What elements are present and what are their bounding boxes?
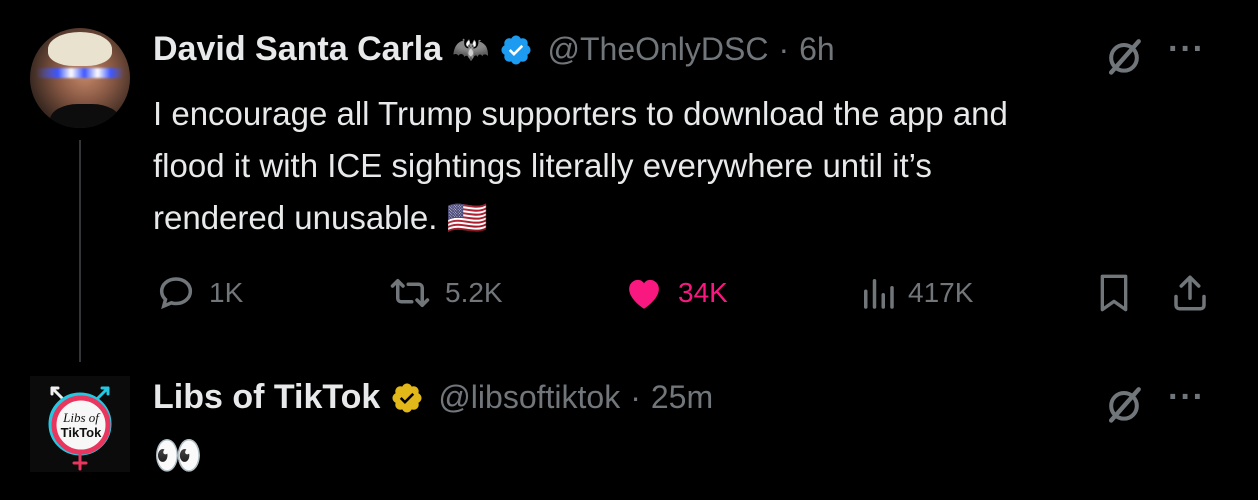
tweet2-time[interactable]: 25m bbox=[651, 379, 713, 416]
tweet1-separator: · bbox=[778, 31, 790, 67]
grok-icon[interactable] bbox=[1102, 382, 1146, 426]
verified-blue-badge-icon[interactable] bbox=[499, 33, 533, 67]
reply-count: 1K bbox=[209, 277, 244, 308]
logo-text-tiktok: TikTok bbox=[61, 425, 102, 440]
avatar-laser-eyes bbox=[36, 68, 124, 78]
like-button[interactable]: 34K bbox=[622, 272, 728, 314]
repost-icon bbox=[390, 279, 430, 307]
us-flag-emoji: 🇺🇸 bbox=[446, 199, 488, 236]
reply-icon bbox=[159, 277, 193, 310]
heart-filled-icon bbox=[629, 279, 659, 309]
tweet1-more-options-button[interactable]: ··· bbox=[1168, 30, 1205, 69]
share-icon[interactable] bbox=[1168, 272, 1212, 314]
like-count: 34K bbox=[678, 277, 728, 308]
avatar-shirt bbox=[50, 104, 120, 128]
tweet1-time[interactable]: 6h bbox=[799, 31, 835, 68]
tweet2-separator: · bbox=[630, 379, 641, 415]
tweet1-text: I encourage all Trump supporters to down… bbox=[153, 88, 1213, 244]
tweet2-more-options-button[interactable]: ··· bbox=[1168, 378, 1205, 417]
logo-text-libs-of: Libs of bbox=[62, 410, 101, 425]
tweet1-header: David Santa Carla 🦇 @TheOnlyDSC · 6h bbox=[153, 30, 835, 69]
tweet2-header: Libs of TikTok @libsoftiktok · 25m bbox=[153, 378, 713, 417]
repost-count: 5.2K bbox=[445, 277, 503, 308]
avatar-libs-of-tiktok[interactable]: Libs of TikTok bbox=[30, 376, 130, 472]
avatar-hair bbox=[48, 32, 112, 66]
tweet1-text-line: rendered unusable. bbox=[153, 199, 438, 236]
avatar-david-santa-carla[interactable] bbox=[30, 28, 130, 128]
tweet1-handle[interactable]: @TheOnlyDSC bbox=[547, 31, 768, 68]
bat-emoji: 🦇 bbox=[452, 33, 490, 66]
tweet1-display-name[interactable]: David Santa Carla bbox=[153, 30, 442, 69]
views-bar-chart-icon bbox=[864, 279, 894, 309]
libs-of-tiktok-logo: Libs of TikTok bbox=[48, 386, 112, 471]
views-button[interactable]: 417K bbox=[860, 272, 973, 314]
tweet1-text-line: flood it with ICE sightings literally ev… bbox=[153, 147, 932, 184]
thread-connector-line bbox=[79, 140, 81, 362]
tweet2-display-name[interactable]: Libs of TikTok bbox=[153, 378, 380, 417]
repost-button[interactable]: 5.2K bbox=[387, 272, 503, 314]
tweet1-text-line: I encourage all Trump supporters to down… bbox=[153, 95, 1008, 132]
tweet1-text-line-last: rendered unusable. 🇺🇸 bbox=[153, 192, 1213, 244]
reply-button[interactable]: 1K bbox=[155, 272, 243, 314]
bookmark-icon[interactable] bbox=[1096, 273, 1132, 313]
verified-gold-badge-icon[interactable] bbox=[390, 381, 424, 415]
views-count: 417K bbox=[908, 277, 974, 308]
tweet2-text: 👀 bbox=[153, 434, 203, 478]
grok-icon[interactable] bbox=[1102, 34, 1146, 78]
tweet2-handle[interactable]: @libsoftiktok bbox=[438, 379, 620, 416]
